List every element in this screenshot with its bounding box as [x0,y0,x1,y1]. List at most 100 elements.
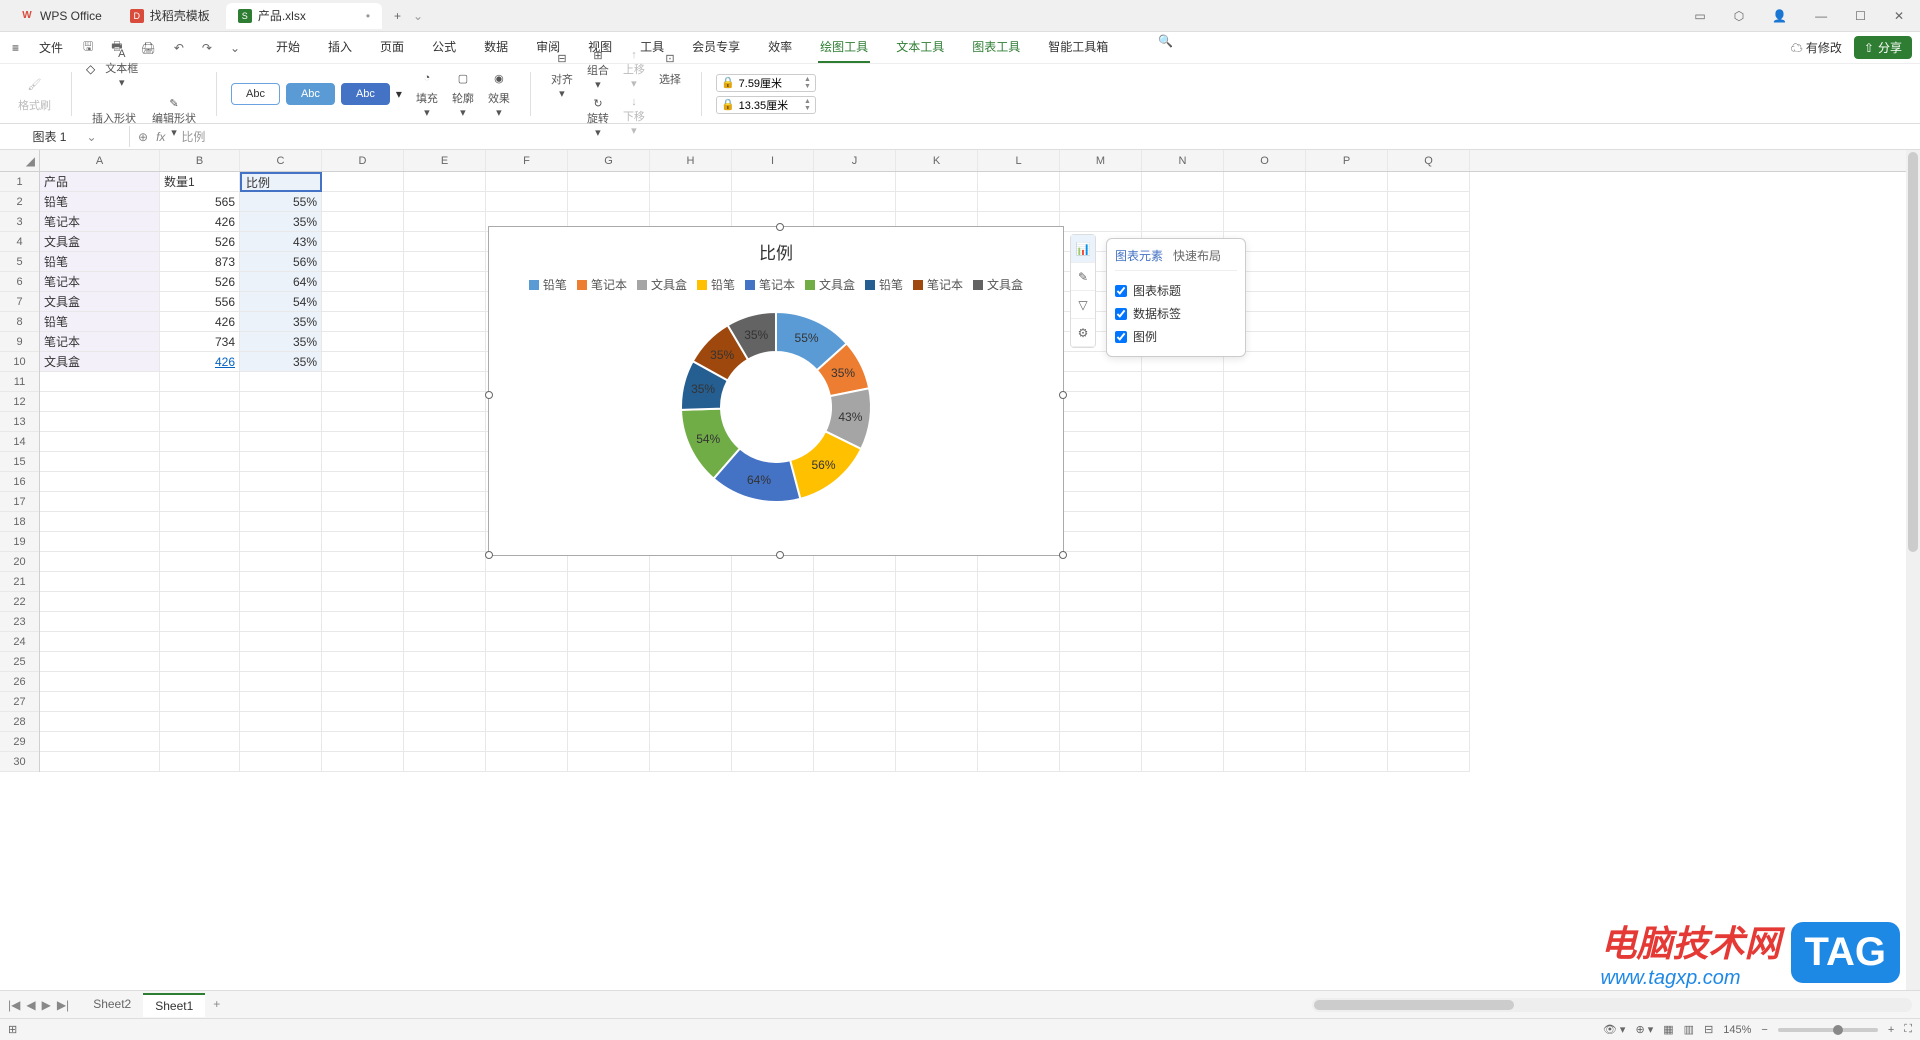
col-header-J[interactable]: J [814,150,896,171]
cell-G25[interactable] [568,652,650,672]
cell-M25[interactable] [1060,652,1142,672]
cell-A9[interactable]: 笔记本 [40,332,160,352]
cell-K27[interactable] [896,692,978,712]
cell-H1[interactable] [650,172,732,192]
cell-O1[interactable] [1224,172,1306,192]
cell-N11[interactable] [1142,372,1224,392]
style-more-icon[interactable]: ▾ [396,87,402,101]
row-header-13[interactable]: 13 [0,412,39,432]
cell-L27[interactable] [978,692,1060,712]
legend-item[interactable]: 铅笔 [865,276,903,293]
fill-button[interactable]: ◔填充▾ [410,66,444,121]
cell-E10[interactable] [404,352,486,372]
cell-B1[interactable]: 数量1 [160,172,240,192]
popup-tab-layout[interactable]: 快速布局 [1173,247,1221,264]
col-header-A[interactable]: A [40,150,160,171]
cell-B8[interactable]: 426 [160,312,240,332]
cell-C26[interactable] [240,672,322,692]
data-label[interactable]: 35% [691,382,715,396]
cell-M13[interactable] [1060,412,1142,432]
cell-O20[interactable] [1224,552,1306,572]
cell-P3[interactable] [1306,212,1388,232]
cell-F21[interactable] [486,572,568,592]
row-header-22[interactable]: 22 [0,592,39,612]
row-header-16[interactable]: 16 [0,472,39,492]
cell-H23[interactable] [650,612,732,632]
cell-N29[interactable] [1142,732,1224,752]
sheet-first-icon[interactable]: |◀ [8,998,20,1012]
view-eye-icon[interactable]: 👁 ▾ [1603,1023,1626,1036]
col-header-I[interactable]: I [732,150,814,171]
cell-C12[interactable] [240,392,322,412]
cell-B4[interactable]: 526 [160,232,240,252]
cell-P4[interactable] [1306,232,1388,252]
cell-A10[interactable]: 文具盒 [40,352,160,372]
cell-B18[interactable] [160,512,240,532]
cell-O26[interactable] [1224,672,1306,692]
col-header-B[interactable]: B [160,150,240,171]
cell-G23[interactable] [568,612,650,632]
cell-D13[interactable] [322,412,404,432]
cell-C21[interactable] [240,572,322,592]
resize-handle-w[interactable] [485,391,493,399]
cell-E28[interactable] [404,712,486,732]
cell-A23[interactable] [40,612,160,632]
cell-H2[interactable] [650,192,732,212]
cell-E8[interactable] [404,312,486,332]
cell-H28[interactable] [650,712,732,732]
style-abc-1[interactable]: Abc [231,83,280,105]
cell-D5[interactable] [322,252,404,272]
cell-J28[interactable] [814,712,896,732]
cell-C27[interactable] [240,692,322,712]
col-header-K[interactable]: K [896,150,978,171]
cell-I29[interactable] [732,732,814,752]
tab-insert[interactable]: 插入 [326,32,354,63]
cell-F26[interactable] [486,672,568,692]
cell-G30[interactable] [568,752,650,772]
cell-C28[interactable] [240,712,322,732]
cell-O21[interactable] [1224,572,1306,592]
cell-E18[interactable] [404,512,486,532]
cell-C20[interactable] [240,552,322,572]
cell-A26[interactable] [40,672,160,692]
cell-E25[interactable] [404,652,486,672]
cell-M20[interactable] [1060,552,1142,572]
cell-K21[interactable] [896,572,978,592]
chart-plot-area[interactable]: 55%35%43%56%64%54%35%35%35% [676,307,876,507]
cell-C22[interactable] [240,592,322,612]
cell-C19[interactable] [240,532,322,552]
cell-E26[interactable] [404,672,486,692]
cell-D14[interactable] [322,432,404,452]
cell-M11[interactable] [1060,372,1142,392]
cell-Q6[interactable] [1388,272,1470,292]
cell-D26[interactable] [322,672,404,692]
search-icon[interactable]: 🔍 [1154,32,1177,63]
tab-document[interactable]: S 产品.xlsx • [226,3,382,29]
cell-E5[interactable] [404,252,486,272]
row-header-10[interactable]: 10 [0,352,39,372]
sheet-tab-sheet1[interactable]: Sheet1 [143,993,205,1017]
cell-C6[interactable]: 64% [240,272,322,292]
cell-C29[interactable] [240,732,322,752]
cell-A25[interactable] [40,652,160,672]
cell-D20[interactable] [322,552,404,572]
cell-O28[interactable] [1224,712,1306,732]
cell-P5[interactable] [1306,252,1388,272]
cell-P18[interactable] [1306,512,1388,532]
cell-P1[interactable] [1306,172,1388,192]
cell-D21[interactable] [322,572,404,592]
style-abc-2[interactable]: Abc [286,83,335,105]
cell-A30[interactable] [40,752,160,772]
cell-D17[interactable] [322,492,404,512]
tab-drawing-tools[interactable]: 绘图工具 [818,32,870,63]
cell-K24[interactable] [896,632,978,652]
popup-tab-elements[interactable]: 图表元素 [1115,247,1163,264]
cell-H24[interactable] [650,632,732,652]
file-menu[interactable]: 文件 [33,37,69,58]
outline-button[interactable]: ▢轮廓▾ [446,66,480,121]
cube-icon[interactable]: ⬡ [1726,5,1752,27]
effect-button[interactable]: ◉效果▾ [482,66,516,121]
cell-P16[interactable] [1306,472,1388,492]
cell-C24[interactable] [240,632,322,652]
cell-Q30[interactable] [1388,752,1470,772]
